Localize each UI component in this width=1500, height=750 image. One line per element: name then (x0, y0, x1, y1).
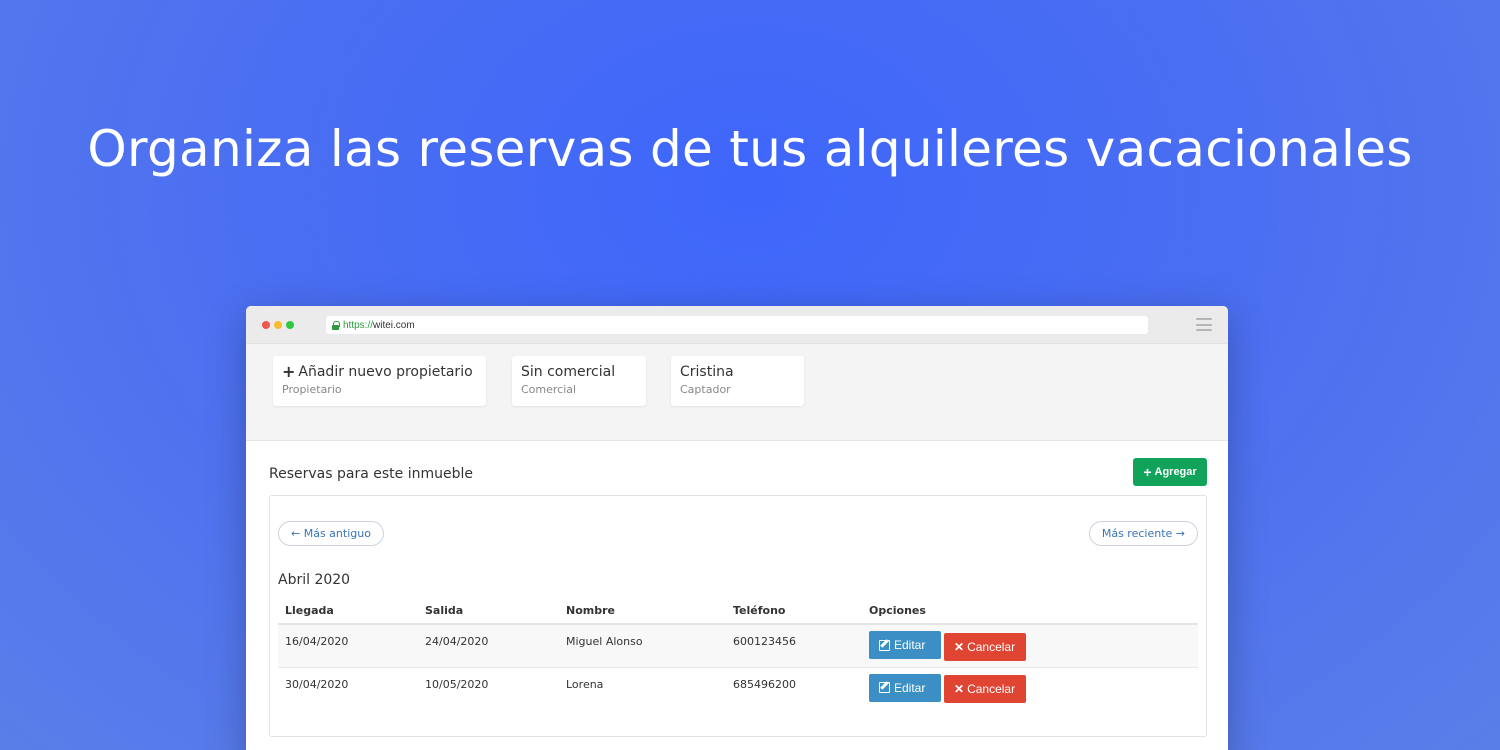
card-subtitle: Propietario (282, 383, 342, 396)
cell-nombre: Miguel Alonso (559, 623, 726, 667)
close-icon: ✕ (954, 682, 965, 696)
edit-button[interactable]: Editar (869, 631, 941, 659)
card-title: Cristina (680, 364, 734, 380)
url-host: witei.com (373, 319, 415, 331)
newer-button[interactable]: Más reciente → (1088, 521, 1198, 546)
card-subtitle: Captador (680, 383, 731, 396)
add-reservation-button[interactable]: + Agregar (1133, 458, 1207, 486)
url-scheme: https:// (343, 319, 374, 331)
cell-opciones: Editar ✕ Cancelar (862, 623, 1198, 667)
older-button[interactable]: ← Más antiguo (278, 521, 384, 546)
header-salida: Salida (418, 598, 559, 625)
panel-title: Reservas para este inmueble (269, 466, 473, 482)
cell-llegada: 30/04/2020 (278, 666, 418, 710)
reservations-table: Llegada Salida Nombre Teléfono Opciones … (278, 598, 1198, 710)
plus-icon: + (1143, 464, 1152, 480)
add-label: Agregar (1154, 466, 1197, 478)
browser-toolbar: https:// witei.com (246, 306, 1228, 344)
cell-llegada: 16/04/2020 (278, 623, 418, 667)
cell-salida: 24/04/2020 (418, 623, 559, 667)
cell-salida: 10/05/2020 (418, 666, 559, 710)
edit-button[interactable]: Editar (869, 673, 941, 702)
close-icon: ✕ (954, 639, 965, 654)
plus-icon: + (282, 362, 296, 381)
lock-icon (332, 321, 340, 330)
cell-telefono: 685496200 (726, 666, 862, 710)
cell-telefono: 600123456 (726, 623, 862, 667)
reservations-panel: Reservas para este inmueble + Agregar ← … (246, 440, 1228, 750)
month-heading: Abril 2020 (278, 572, 351, 588)
hero-title: Organiza las reservas de tus alquileres … (87, 120, 1413, 178)
minimize-window-dot[interactable] (274, 321, 282, 329)
hamburger-menu-icon[interactable] (1196, 318, 1212, 331)
card-title: Sin comercial (521, 364, 616, 380)
header-nombre: Nombre (559, 598, 726, 625)
header-llegada: Llegada (278, 598, 418, 625)
edit-icon (879, 682, 890, 693)
browser-window: https:// witei.com + Añadir nuevo propie… (246, 306, 1228, 750)
close-window-dot[interactable] (262, 321, 270, 329)
owner-cards: + Añadir nuevo propietario Propietario S… (246, 344, 1228, 440)
card-captador[interactable]: Cristina Captador (671, 356, 804, 406)
cancel-button[interactable]: ✕ Cancelar (944, 675, 1026, 703)
edit-icon (879, 639, 890, 651)
edit-label: Editar (894, 680, 926, 695)
edit-label: Editar (894, 638, 926, 652)
table-row: 30/04/2020 10/05/2020 Lorena 685496200 E… (278, 666, 1198, 710)
address-bar[interactable]: https:// witei.com (326, 316, 1148, 334)
table-row: 16/04/2020 24/04/2020 Miguel Alonso 6001… (278, 623, 1198, 667)
card-subtitle: Comercial (521, 383, 577, 396)
card-commercial[interactable]: Sin comercial Comercial (512, 356, 646, 406)
maximize-window-dot[interactable] (286, 321, 294, 329)
header-opciones: Opciones (862, 598, 1198, 625)
cell-opciones: Editar ✕ Cancelar (862, 666, 1198, 710)
cancel-label: Cancelar (967, 682, 1016, 696)
cancel-button[interactable]: ✕ Cancelar (944, 632, 1026, 661)
reservations-box: ← Más antiguo Más reciente → Abril 2020 … (269, 495, 1207, 737)
header-telefono: Teléfono (726, 598, 862, 625)
card-add-owner[interactable]: + Añadir nuevo propietario Propietario (273, 356, 486, 406)
cancel-label: Cancelar (967, 639, 1016, 654)
cell-nombre: Lorena (559, 666, 726, 710)
card-title: Añadir nuevo propietario (298, 364, 473, 380)
